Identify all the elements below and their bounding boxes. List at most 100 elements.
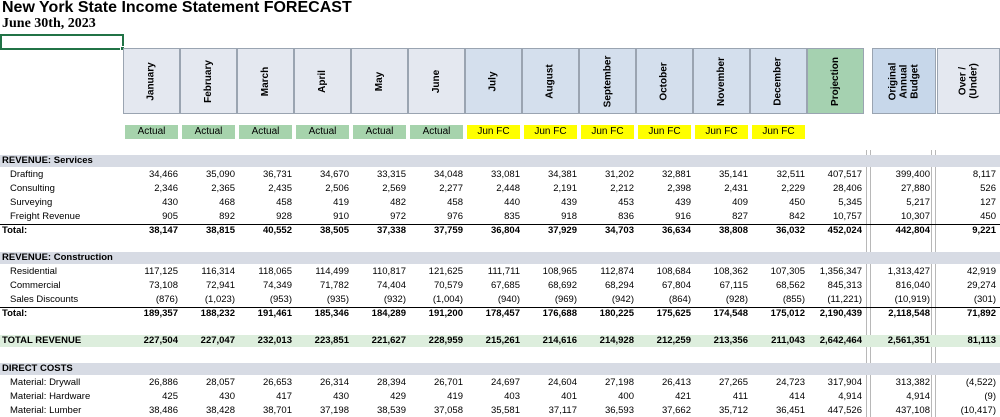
table-cell[interactable]: (9) [926,390,996,404]
status-badge: Jun FC [467,125,520,139]
section-header-row[interactable]: REVENUE: Services [0,154,1000,168]
table-row[interactable]: Commercial 73,108 72,941 74,349 71,782 74,404… [0,279,1000,293]
table-row[interactable]: Drafting 34,466 35,090 36,731 34,670 33,315 34… [0,168,1000,182]
column-header-label: May [373,71,385,91]
table-cell[interactable]: 2,561,351 [860,334,930,348]
total-rule [0,224,1000,225]
table-cell[interactable]: 845,313 [792,279,862,293]
table-cell[interactable]: 81,113 [926,334,996,348]
table-cell[interactable]: 313,382 [860,376,930,390]
row-label: REVENUE: Services [2,155,93,166]
table-cell[interactable]: 5,345 [792,196,862,210]
total-row[interactable]: Total: 38,147 38,815 40,552 38,505 37,338 37,7… [0,224,1000,238]
table-cell[interactable]: 407,517 [792,168,862,182]
row-label: Material: Drywall [10,377,81,388]
table-cell[interactable]: 2,642,464 [792,334,862,348]
table-cell[interactable]: (4,522) [926,376,996,390]
table-cell[interactable]: (10,919) [860,293,930,307]
row-label: Surveying [10,197,53,208]
table-cell[interactable]: 1,313,427 [860,265,930,279]
table-cell[interactable]: 5,217 [860,196,930,210]
table-cell[interactable]: 447,526 [792,404,862,417]
column-header-label: June [431,69,442,93]
table-row[interactable]: Consulting 2,346 2,365 2,435 2,506 2,569 2,277… [0,182,1000,196]
column-header-label: January [145,61,157,101]
report-title: New York State Income Statement FORECAST [2,0,352,16]
table-cell[interactable]: 816,040 [860,279,930,293]
column-header[interactable]: March [237,48,294,114]
table-row[interactable]: Residential 117,125 116,314 118,065 114,499 1… [0,265,1000,279]
column-header[interactable]: September [579,48,636,114]
table-cell[interactable]: 4,914 [860,390,930,404]
table-cell[interactable]: 399,400 [860,168,930,182]
table-cell[interactable]: 1,356,347 [792,265,862,279]
table-row[interactable]: Surveying 430 468 458 419 482 458 440 439 453 439 4… [0,196,1000,210]
column-header[interactable]: Over / (Under) [937,48,1000,114]
status-badge: Actual [182,125,235,139]
table-cell[interactable]: 10,757 [792,210,862,224]
column-header[interactable]: Projection [807,48,864,114]
row-label: Residential [10,266,57,277]
column-header-label: February [202,59,214,103]
total-row[interactable]: Total: 189,357 188,232 191,461 185,346 184,28… [0,307,1000,321]
section-header-row[interactable]: REVENUE: Construction [0,251,1000,265]
table-row[interactable]: Sales Discounts (876) (1,023) (953) (935) (93… [0,293,1000,307]
column-header[interactable]: June [408,48,465,114]
row-label: Sales Discounts [10,294,79,305]
table-cell[interactable]: 450 [926,210,996,224]
selected-cell[interactable] [0,34,124,50]
table-cell[interactable]: 29,274 [926,279,996,293]
column-header[interactable]: February [180,48,237,114]
table-cell[interactable]: 8,117 [926,168,996,182]
total-row[interactable]: TOTAL REVENUE 227,504 227,047 232,013 223,85… [0,334,1000,348]
report-date: June 30th, 2023 [2,16,96,31]
row-label: Total: [2,225,28,236]
table-cell[interactable]: 526 [926,182,996,196]
table-cell[interactable]: 317,904 [792,376,862,390]
table-cell[interactable]: 2,190,439 [792,307,862,321]
status-badge: Jun FC [752,125,805,139]
row-label: Drafting [10,169,44,180]
column-header[interactable]: July [465,48,522,114]
table-cell[interactable]: 442,804 [860,224,930,238]
status-badge: Actual [410,125,463,139]
table-cell[interactable]: 452,024 [792,224,862,238]
column-header-label: Projection [830,56,841,106]
table-cell[interactable]: 28,406 [792,182,862,196]
column-header[interactable]: October [636,48,693,114]
table-cell[interactable]: 71,892 [926,307,996,321]
column-header[interactable]: December [750,48,807,114]
table-cell[interactable]: 437,108 [860,404,930,417]
table-row[interactable]: Material: Lumber 38,486 38,428 38,701 37,198… [0,404,1000,417]
column-header[interactable]: April [294,48,351,114]
table-row[interactable]: Material: Drywall 26,886 28,057 26,653 26,31… [0,376,1000,390]
column-header[interactable]: January [123,48,180,114]
column-header[interactable]: Original Annual Budget [872,48,936,114]
column-header[interactable]: May [351,48,408,114]
table-cell[interactable]: 9,221 [926,224,996,238]
column-header-label: December [772,56,784,106]
table-cell[interactable]: (301) [926,293,996,307]
table-cell[interactable]: 127 [926,196,996,210]
section-header-row[interactable]: DIRECT COSTS [0,362,1000,376]
table-cell[interactable]: 27,880 [860,182,930,196]
column-header-label: October [659,61,670,101]
status-badge: Jun FC [524,125,577,139]
table-cell[interactable]: (11,221) [792,293,862,307]
status-badge: Jun FC [695,125,748,139]
row-label: Consulting [10,183,55,194]
table-row[interactable]: Material: Hardware 425 430 417 430 429 419 403 4… [0,390,1000,404]
table-cell[interactable]: 2,118,548 [860,307,930,321]
table-cell[interactable]: 10,307 [860,210,930,224]
column-header-label: Over / (Under) [957,63,980,99]
row-label: Material: Hardware [10,391,91,402]
column-header[interactable]: August [522,48,579,114]
row-label: Material: Lumber [10,405,82,416]
table-row[interactable]: Freight Revenue 905 892 928 910 972 976 835 918 8… [0,210,1000,224]
row-label: DIRECT COSTS [2,363,73,374]
column-header-label: March [259,66,271,96]
table-cell[interactable]: (10,417) [926,404,996,417]
table-cell[interactable]: 4,914 [792,390,862,404]
column-header[interactable]: November [693,48,750,114]
table-cell[interactable]: 42,919 [926,265,996,279]
